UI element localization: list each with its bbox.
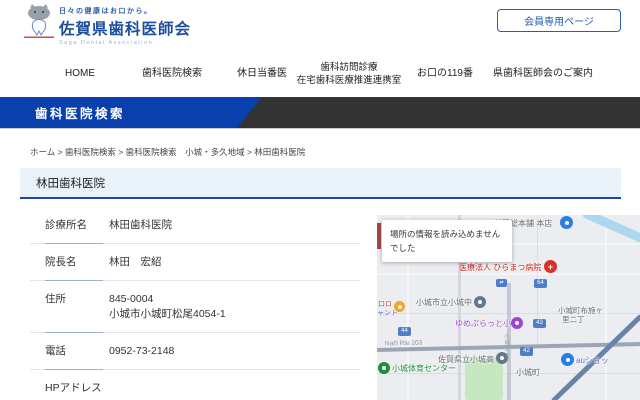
sports-center-icon	[378, 362, 390, 374]
page: 日々の健康はお口から。 佐賀県歯科医師会 Saga Dental Associa…	[0, 0, 640, 400]
shop-icon	[560, 216, 573, 229]
poi-gym-label: 小城体育センター	[392, 363, 456, 374]
row-value: 林田 宏紹	[109, 255, 162, 270]
row-value: 林田歯科医院	[109, 218, 172, 233]
shop-icon	[561, 353, 574, 366]
map-partial-label	[377, 223, 381, 249]
poi-au-shop-label: auショッ	[576, 355, 609, 366]
nav-home-visit-dentistry[interactable]: 歯科訪問診療 在宅歯科医療推進連携室	[297, 50, 402, 97]
site-title: 佐賀県歯科医師会	[59, 17, 191, 39]
poi-junior-high-label: 小城市立小城中	[416, 297, 472, 308]
breadcrumb[interactable]: ホーム > 歯科医院検索 > 歯科医院検索 小城・多久地域 > 林田歯科医院	[30, 146, 305, 158]
section-banner: 歯科医院検索	[0, 97, 640, 129]
route-shield: 44	[398, 327, 411, 336]
poi-town-label: 小城町	[516, 367, 540, 378]
row-value: 0952-73-2148	[109, 344, 174, 359]
site-header: 日々の健康はお口から。 佐賀県歯科医師会 Saga Dental Associa…	[0, 0, 640, 50]
main-nav: HOME 歯科医院検索 休日当番医 歯科訪問診療 在宅歯科医療推進連携室 お口の…	[0, 50, 640, 97]
map-river	[581, 215, 640, 247]
nav-clinic-search[interactable]: 歯科医院検索	[142, 50, 202, 97]
nav-mouth-119[interactable]: お口の119番	[417, 50, 473, 97]
landmark-icon	[511, 317, 523, 329]
shop-icon	[394, 301, 405, 312]
site-logo[interactable]: 日々の健康はお口から。 佐賀県歯科医師会 Saga Dental Associa…	[23, 3, 191, 46]
nav-holiday-dentist[interactable]: 休日当番医	[237, 50, 287, 97]
mascot-icon	[23, 3, 55, 39]
table-row: 電話 0952-73-2148	[30, 333, 360, 370]
row-label: 院長名	[45, 255, 109, 270]
hospital-icon	[544, 260, 557, 273]
site-tagline: 日々の健康はお口から。	[59, 6, 191, 16]
site-subtitle: Saga Dental Association	[59, 40, 191, 46]
logo-text: 日々の健康はお口から。 佐賀県歯科医師会 Saga Dental Associa…	[59, 3, 191, 46]
nav-home[interactable]: HOME	[65, 50, 95, 97]
page-title-bar: 林田歯科医院	[20, 168, 621, 199]
member-page-button[interactable]: 会員専用ページ	[497, 9, 621, 32]
map-embed[interactable]: 村岡総本舗 本店 医療法人 ひらまつ病院 ⇄ 64 口ロ ャント 小城市立小城中…	[377, 215, 640, 400]
section-banner-title: 歯科医院検索	[35, 97, 125, 128]
route-203-label: Nat'l Rte 203	[385, 340, 423, 348]
nav-home-visit-line2: 在宅歯科医療推進連携室	[297, 74, 402, 87]
row-label: 住所	[45, 292, 109, 322]
route-shield: 64	[534, 279, 547, 288]
nav-association-guide[interactable]: 県歯科医師会のご案内	[493, 50, 593, 97]
route-shield: 43	[533, 319, 546, 328]
table-row: 住所 845-0004 小城市小城町松尾4054-1	[30, 281, 360, 333]
row-label: HPアドレス	[45, 381, 109, 396]
table-row: 院長名 林田 宏紹	[30, 244, 360, 281]
poi-hiramatsu-hospital-label: 医療法人 ひらまつ病院	[459, 262, 541, 273]
route-shield: 42	[520, 347, 533, 356]
poi-district-label-line2: 里二丁	[562, 314, 585, 325]
school-icon	[496, 352, 508, 364]
map-street	[377, 273, 640, 275]
row-label: 電話	[45, 344, 109, 359]
transit-icon: ⇄	[496, 279, 507, 287]
map-error-infobox: 場所の情報を読み込めませんでした	[382, 220, 512, 262]
page-title: 林田歯科医院	[36, 175, 105, 191]
row-label: 診療所名	[45, 218, 109, 233]
table-row: HPアドレス	[30, 370, 360, 400]
clinic-detail-table: 診療所名 林田歯科医院 院長名 林田 宏紹 住所 845-0004 小城市小城町…	[30, 207, 360, 400]
nav-home-visit-line1: 歯科訪問診療	[320, 61, 377, 74]
poi-yumeplat-label: ゆめぷらっと小城	[455, 318, 519, 329]
table-row: 診療所名 林田歯科医院	[30, 207, 360, 244]
school-icon	[474, 296, 486, 308]
row-value: 845-0004 小城市小城町松尾4054-1	[109, 292, 226, 322]
